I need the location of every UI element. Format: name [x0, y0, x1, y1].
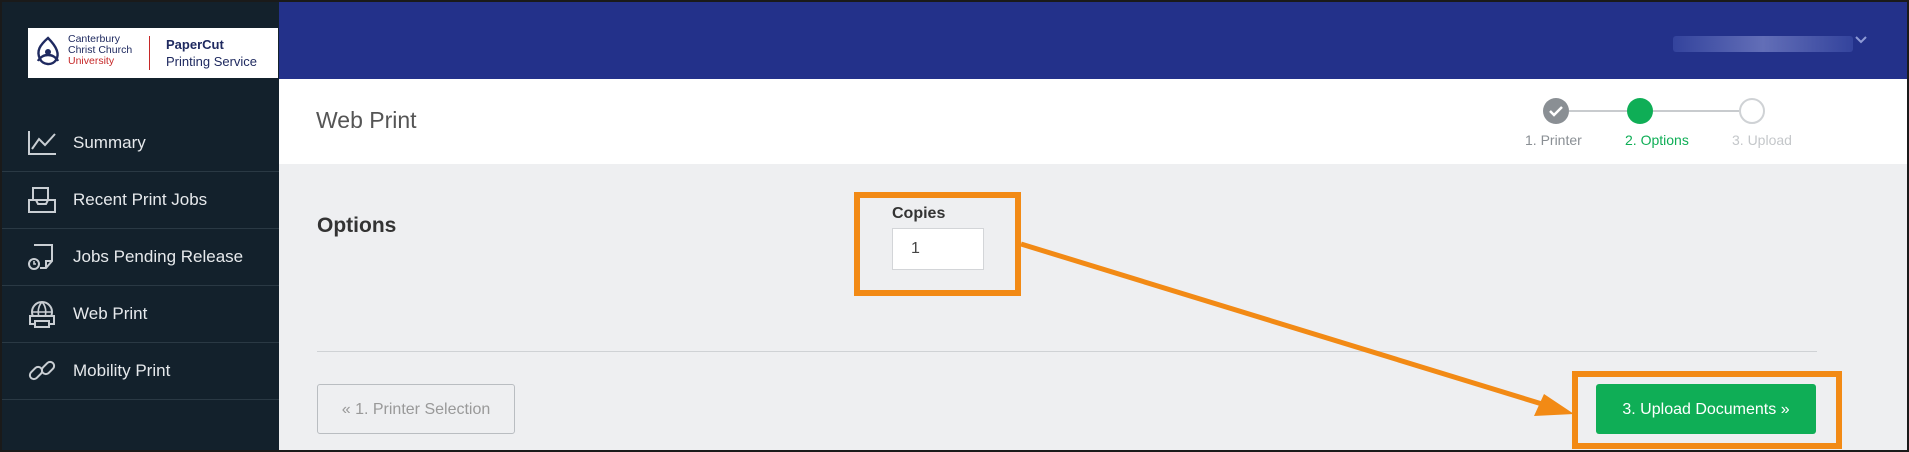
check-icon	[1549, 106, 1563, 117]
step-connector	[1569, 110, 1627, 112]
sidebar-item-label: Web Print	[73, 304, 148, 323]
university-crest-icon	[36, 36, 60, 66]
sidebar-item-jobs-pending-release[interactable]: Jobs Pending Release	[2, 229, 279, 286]
page-header: Web Print 1. Printer 2. Options 3. Uploa…	[279, 79, 1907, 164]
annotation-highlight-upload	[1572, 371, 1842, 449]
step-3-label: 3. Upload	[1732, 132, 1792, 148]
step-2-label: 2. Options	[1625, 132, 1689, 148]
sidebar-nav: Summary Recent Print Jobs Jobs Pending R…	[2, 115, 279, 400]
step-connector	[1653, 110, 1739, 112]
user-menu-name-redacted[interactable]	[1673, 36, 1853, 52]
sidebar-item-recent-print-jobs[interactable]: Recent Print Jobs	[2, 172, 279, 229]
options-section-title: Options	[317, 214, 397, 237]
top-bar	[279, 2, 1907, 79]
printer-selection-back-button[interactable]: « 1. Printer Selection	[317, 384, 515, 434]
chart-line-icon	[28, 131, 56, 155]
sidebar-item-label: Mobility Print	[73, 361, 171, 380]
step-3-circle	[1739, 98, 1765, 124]
sidebar-item-web-print[interactable]: Web Print	[2, 286, 279, 343]
progress-steps: 1. Printer 2. Options 3. Upload	[279, 79, 1907, 164]
logo-divider	[149, 36, 150, 70]
chevron-down-icon[interactable]	[1853, 32, 1869, 48]
sidebar-item-mobility-print[interactable]: Mobility Print	[2, 343, 279, 400]
product-name: PaperCut Printing Service	[166, 37, 258, 69]
logo[interactable]: Canterbury Christ Church University Pape…	[28, 28, 278, 78]
sidebar-item-label: Recent Print Jobs	[73, 190, 208, 209]
sidebar-item-label: Summary	[73, 133, 146, 152]
link-chain-icon	[28, 360, 56, 381]
annotation-highlight-copies	[854, 192, 1021, 296]
app-window: Canterbury Christ Church University Pape…	[0, 0, 1909, 452]
globe-printer-icon	[29, 301, 55, 328]
step-1-circle	[1543, 98, 1569, 124]
sidebar: Canterbury Christ Church University Pape…	[2, 2, 279, 450]
inbox-tray-icon	[28, 187, 56, 213]
step-2-circle	[1627, 98, 1653, 124]
sidebar-item-summary[interactable]: Summary	[2, 115, 279, 172]
step-1-label: 1. Printer	[1525, 132, 1582, 148]
section-divider	[317, 351, 1817, 352]
pending-document-icon	[28, 244, 53, 270]
university-name: Canterbury Christ Church University	[68, 33, 133, 67]
sidebar-item-label: Jobs Pending Release	[73, 247, 244, 266]
